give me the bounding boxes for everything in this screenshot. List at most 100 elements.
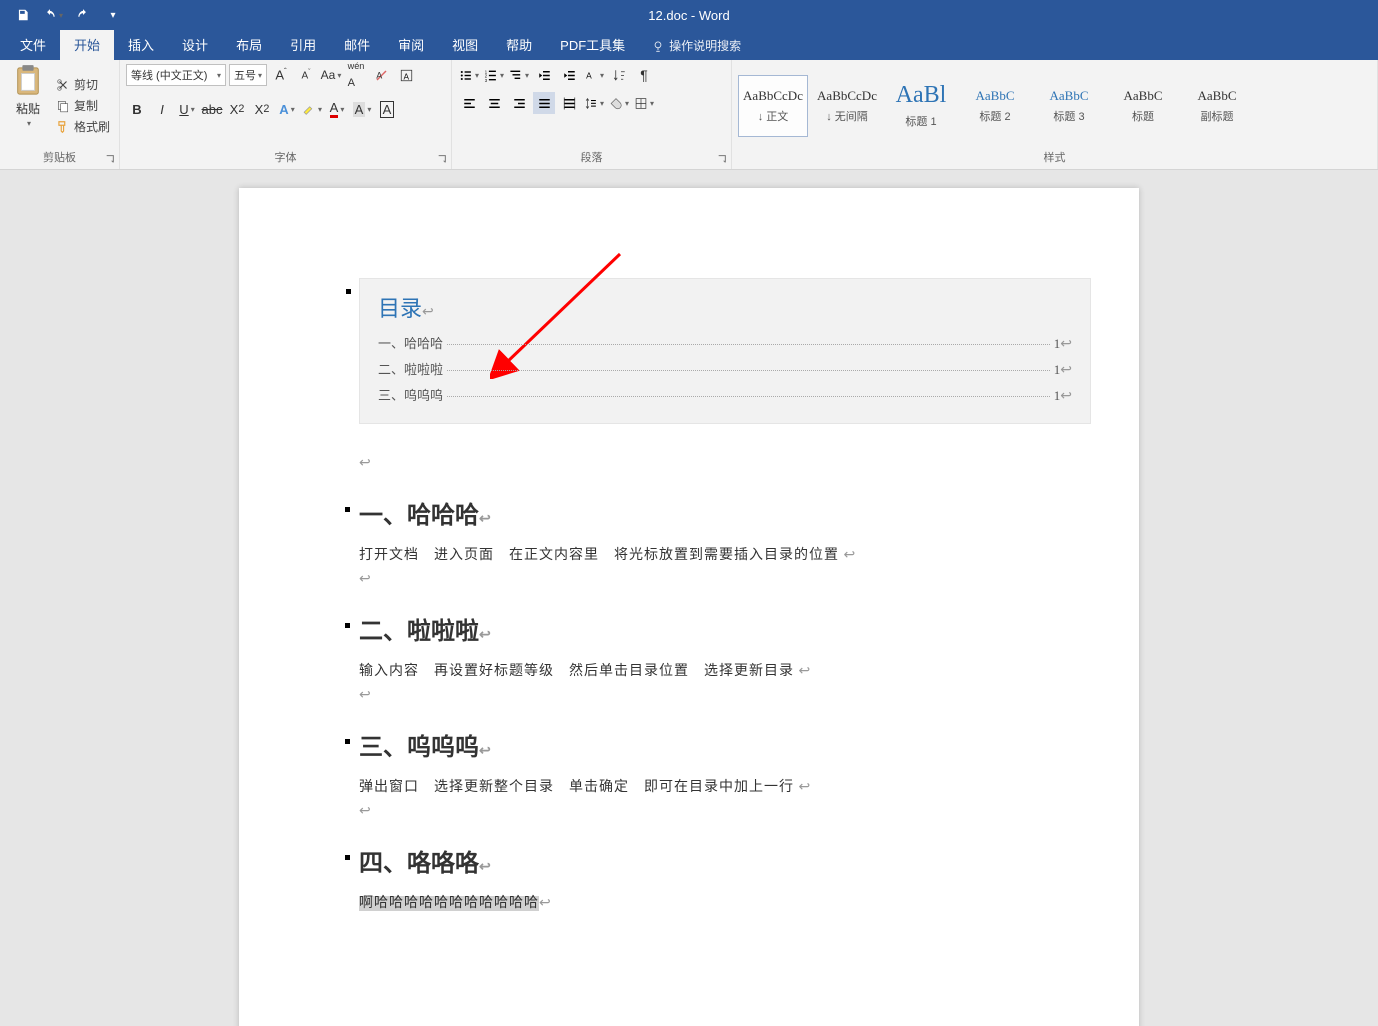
tell-me-search[interactable]: 操作说明搜索 — [639, 31, 753, 60]
align-left-button[interactable] — [458, 92, 480, 114]
decrease-indent-button[interactable] — [533, 64, 555, 86]
heading-1[interactable]: 一、哈哈哈↩ — [359, 495, 1091, 530]
tab-design[interactable]: 设计 — [168, 29, 222, 60]
quick-access-toolbar: ▾ ▾ — [0, 3, 126, 27]
style-↓-正文[interactable]: AaBbCcDc↓ 正文 — [738, 75, 808, 137]
font-launcher[interactable] — [436, 153, 448, 165]
qat-customize[interactable]: ▾ — [100, 3, 126, 27]
clipboard-launcher[interactable] — [104, 153, 116, 165]
align-right-button[interactable] — [508, 92, 530, 114]
style-标题-1[interactable]: AaBl标题 1 — [886, 75, 956, 137]
superscript-button[interactable]: X2 — [251, 98, 273, 120]
tab-pdf-tools[interactable]: PDF工具集 — [546, 29, 639, 60]
group-styles: AaBbCcDc↓ 正文AaBbCcDc↓ 无间隔AaBl标题 1AaBbC标题… — [732, 60, 1378, 169]
group-clipboard: 粘贴 ▾ 剪切 复制 格式刷 剪贴板 — [0, 60, 120, 169]
ribbon: 粘贴 ▾ 剪切 复制 格式刷 剪贴板 等线 (中文正文)▾ 五号▾ Aˆ Aˇ … — [0, 60, 1378, 170]
distribute-button[interactable] — [558, 92, 580, 114]
paragraph-group-label: 段落 — [458, 147, 725, 167]
highlight-button[interactable]: ▾ — [301, 98, 323, 120]
svg-text:A: A — [376, 70, 382, 80]
styles-group-label: 样式 — [738, 147, 1371, 167]
clear-formatting-button[interactable]: A — [370, 64, 392, 86]
font-name-combo[interactable]: 等线 (中文正文)▾ — [126, 64, 226, 86]
heading-2[interactable]: 二、啦啦啦↩ — [359, 611, 1091, 646]
title-bar: ▾ ▾ 12.doc - Word — [0, 0, 1378, 30]
shrink-font-button[interactable]: Aˇ — [295, 64, 317, 86]
font-size-combo[interactable]: 五号▾ — [229, 64, 267, 86]
char-border-button[interactable]: A — [376, 98, 398, 120]
font-color-button[interactable]: A▾ — [326, 98, 348, 120]
body-text-shaded[interactable]: 啊哈哈哈哈哈哈哈哈哈哈哈↩ — [359, 892, 1091, 912]
format-painter-button[interactable]: 格式刷 — [56, 118, 110, 135]
borders-button[interactable]: ▾ — [633, 92, 655, 114]
paragraph-launcher[interactable] — [716, 153, 728, 165]
align-justify-button[interactable] — [533, 92, 555, 114]
toc-entry[interactable]: 二、啦啦啦1↩ — [378, 359, 1072, 379]
asian-layout-button[interactable]: A▾ — [583, 64, 605, 86]
svg-text:A: A — [403, 72, 409, 81]
increase-indent-button[interactable] — [558, 64, 580, 86]
subscript-button[interactable]: X2 — [226, 98, 248, 120]
tab-insert[interactable]: 插入 — [114, 29, 168, 60]
multilevel-list-button[interactable]: ▾ — [508, 64, 530, 86]
shading-button[interactable]: ▾ — [608, 92, 630, 114]
bold-button[interactable]: B — [126, 98, 148, 120]
tab-view[interactable]: 视图 — [438, 29, 492, 60]
toc-container[interactable]: 目录↩ 一、哈哈哈1↩ 二、啦啦啦1↩ 三、呜呜呜1↩ — [359, 278, 1091, 424]
document-area[interactable]: 目录↩ 一、哈哈哈1↩二、啦啦啦1↩三、呜呜呜1↩ ↩ 一、哈哈哈↩打开文档 进… — [0, 170, 1378, 1026]
svg-text:3: 3 — [485, 77, 488, 82]
bullets-button[interactable]: ▾ — [458, 64, 480, 86]
tab-review[interactable]: 审阅 — [384, 29, 438, 60]
window-title: 12.doc - Word — [648, 8, 729, 23]
svg-text:A: A — [586, 70, 592, 80]
italic-button[interactable]: I — [151, 98, 173, 120]
char-shading-button[interactable]: A▾ — [351, 98, 373, 120]
group-paragraph: ▾ 123▾ ▾ A▾ ¶ ▾ ▾ ▾ 段落 — [452, 60, 732, 169]
change-case-button[interactable]: Aa▾ — [320, 64, 342, 86]
phonetic-guide-button[interactable]: wénA — [345, 64, 367, 86]
body-text[interactable]: 弹出窗口 选择更新整个目录 单击确定 即可在目录中加上一行 ↩ — [359, 776, 1091, 796]
style-副标题[interactable]: AaBbC副标题 — [1182, 75, 1252, 137]
toc-entry[interactable]: 一、哈哈哈1↩ — [378, 333, 1072, 353]
tab-references[interactable]: 引用 — [276, 29, 330, 60]
tab-home[interactable]: 开始 — [60, 29, 114, 60]
tab-mailings[interactable]: 邮件 — [330, 29, 384, 60]
text-effects-button[interactable]: A▾ — [276, 98, 298, 120]
heading-3[interactable]: 三、呜呜呜↩ — [359, 727, 1091, 762]
line-spacing-button[interactable]: ▾ — [583, 92, 605, 114]
annotation-arrow — [490, 249, 630, 382]
enclose-char-button[interactable]: A — [395, 64, 417, 86]
cut-button[interactable]: 剪切 — [56, 76, 110, 93]
align-center-button[interactable] — [483, 92, 505, 114]
grow-font-button[interactable]: Aˆ — [270, 64, 292, 86]
show-marks-button[interactable]: ¶ — [633, 64, 655, 86]
paste-button[interactable]: 粘贴 ▾ — [6, 64, 50, 147]
save-button[interactable] — [10, 3, 36, 27]
tab-help[interactable]: 帮助 — [492, 29, 546, 60]
heading-4[interactable]: 四、咯咯咯↩ — [359, 843, 1091, 878]
clipboard-group-label: 剪贴板 — [6, 147, 113, 167]
sort-button[interactable] — [608, 64, 630, 86]
body-text[interactable]: 输入内容 再设置好标题等级 然后单击目录位置 选择更新目录 ↩ — [359, 660, 1091, 680]
tab-file[interactable]: 文件 — [6, 29, 60, 60]
style-↓-无间隔[interactable]: AaBbCcDc↓ 无间隔 — [812, 75, 882, 137]
undo-button[interactable]: ▾ — [40, 3, 66, 27]
body-text[interactable]: 打开文档 进入页面 在正文内容里 将光标放置到需要插入目录的位置 ↩ — [359, 544, 1091, 564]
page[interactable]: 目录↩ 一、哈哈哈1↩二、啦啦啦1↩三、呜呜呜1↩ ↩ 一、哈哈哈↩打开文档 进… — [239, 188, 1139, 1026]
paste-label: 粘贴 — [16, 100, 40, 117]
style-标题-2[interactable]: AaBbC标题 2 — [960, 75, 1030, 137]
font-group-label: 字体 — [126, 147, 445, 167]
style-标题[interactable]: AaBbC标题 — [1108, 75, 1178, 137]
underline-button[interactable]: U▾ — [176, 98, 198, 120]
toc-title: 目录↩ — [378, 291, 1072, 323]
strikethrough-button[interactable]: abc — [201, 98, 223, 120]
style-标题-3[interactable]: AaBbC标题 3 — [1034, 75, 1104, 137]
redo-button[interactable] — [70, 3, 96, 27]
tell-me-label: 操作说明搜索 — [669, 37, 741, 54]
toc-entry[interactable]: 三、呜呜呜1↩ — [378, 385, 1072, 405]
copy-button[interactable]: 复制 — [56, 97, 110, 114]
ribbon-tabs: 文件 开始 插入 设计 布局 引用 邮件 审阅 视图 帮助 PDF工具集 操作说… — [0, 30, 1378, 60]
group-font: 等线 (中文正文)▾ 五号▾ Aˆ Aˇ Aa▾ wénA A A B I U▾… — [120, 60, 452, 169]
tab-layout[interactable]: 布局 — [222, 29, 276, 60]
numbering-button[interactable]: 123▾ — [483, 64, 505, 86]
